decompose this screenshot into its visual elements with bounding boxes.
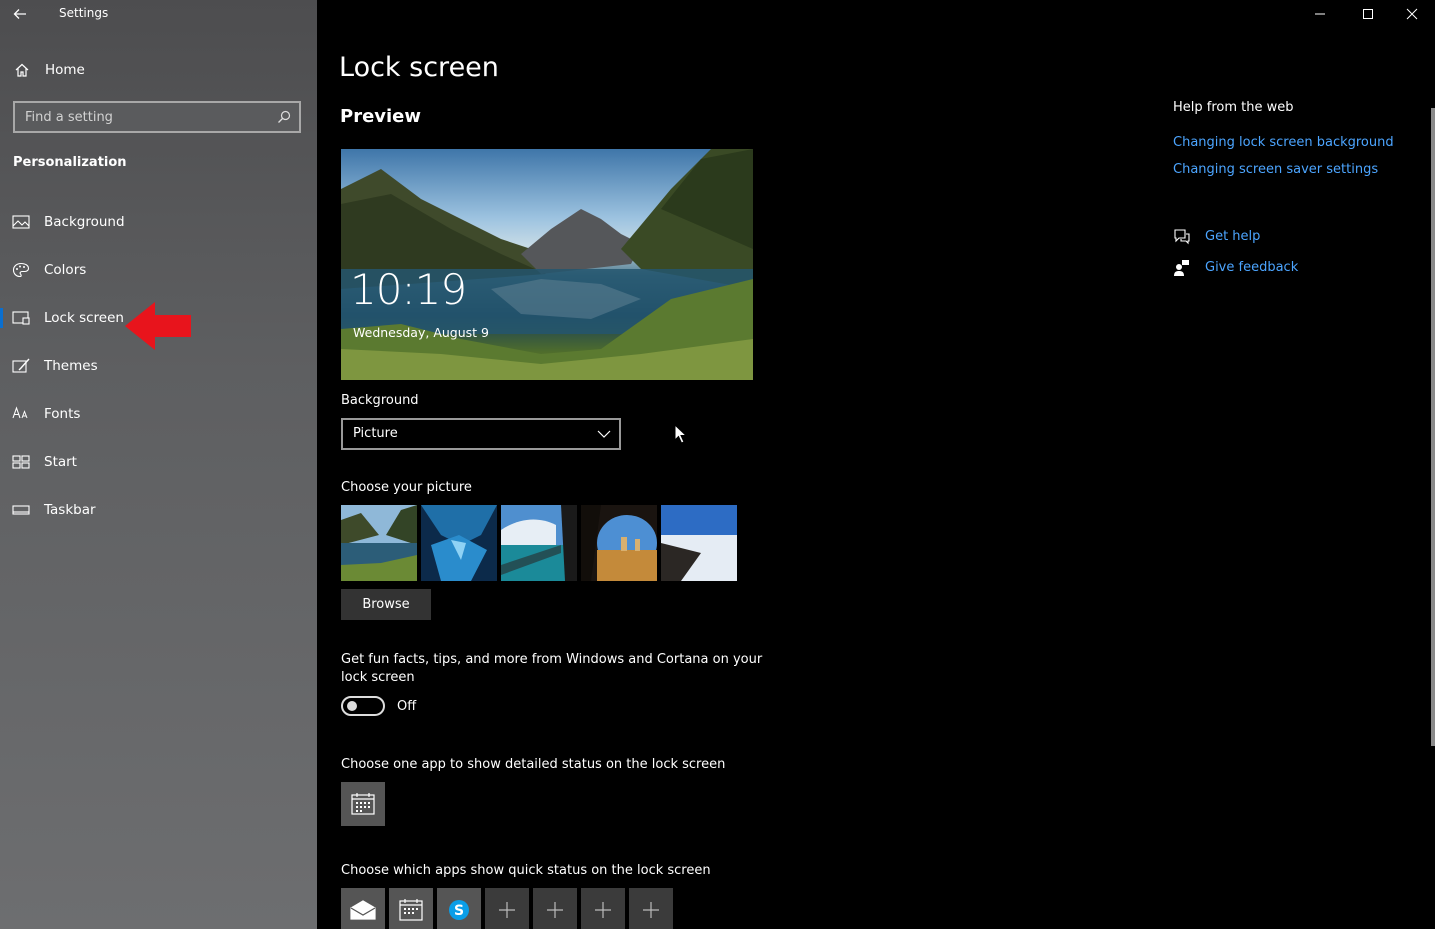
quick-status-label: Choose which apps show quick status on t… [341,863,711,878]
picture-thumbnail-lake[interactable] [341,505,417,581]
sidebar-item-label: Fonts [44,406,81,422]
detailed-status-label: Choose one app to show detailed status o… [341,757,726,772]
mail-icon [350,900,376,920]
sidebar-item-label: Themes [44,358,98,374]
background-dropdown[interactable]: Picture [341,418,621,450]
quick-status-app-mail[interactable] [341,888,385,929]
search-box[interactable] [13,101,301,133]
title-bar-left: Settings [0,0,317,28]
section-title: Personalization [13,155,127,170]
ice-cave-thumbnail-image [421,505,497,581]
search-icon[interactable] [277,110,291,124]
choose-picture-label: Choose your picture [341,480,472,495]
preview-time: 10:19 [350,265,467,314]
picture-thumbnail-ice-cave[interactable] [421,505,497,581]
window-view-thumbnail-image [501,505,577,581]
search-input[interactable] [15,103,265,131]
picture-thumbnail-beach-cave[interactable] [581,505,657,581]
mouse-cursor-icon [674,424,688,444]
minimize-button[interactable] [1297,0,1343,28]
calendar-icon [399,899,423,921]
palette-icon [12,262,30,278]
fun-facts-toggle[interactable] [341,696,385,716]
brush-icon [12,358,30,373]
sidebar-item-label: Background [44,214,125,230]
lake-thumbnail-image [341,505,417,581]
help-heading: Help from the web [1173,100,1294,115]
minimize-icon [1315,13,1325,15]
preview-date: Wednesday, August 9 [353,325,489,340]
skype-icon: S [449,900,469,920]
sidebar-item-background[interactable]: Background [0,202,317,242]
picture-icon [12,215,30,229]
main-content: Lock screen Preview 10:19 Wednesday, Aug… [317,0,1435,929]
font-icon [12,406,28,419]
app-title: Settings [59,6,109,20]
plus-icon [643,902,659,918]
plus-icon [499,902,515,918]
picture-thumbnail-snow-horizon[interactable] [661,505,737,581]
sidebar-item-label: Start [44,454,77,470]
close-icon [1406,8,1418,20]
page-title: Lock screen [339,52,499,83]
give-feedback-label: Give feedback [1205,260,1299,275]
quick-status-add-slot[interactable] [533,888,577,929]
quick-status-add-slot[interactable] [485,888,529,929]
home-nav-item[interactable]: Home [0,56,317,86]
svg-text:S: S [454,903,464,919]
scrollbar[interactable] [1431,108,1435,746]
feedback-person-icon [1174,260,1189,276]
picture-thumbnail-window-view[interactable] [501,505,577,581]
detailed-status-app-calendar[interactable] [341,782,385,826]
sidebar-item-colors[interactable]: Colors [0,250,317,290]
snow-horizon-thumbnail-image [661,505,737,581]
get-help-label: Get help [1205,229,1261,244]
fun-facts-toggle-state: Off [397,699,417,714]
maximize-button[interactable] [1345,0,1391,28]
quick-status-app-calendar[interactable] [389,888,433,929]
home-icon [15,63,29,77]
sidebar-item-themes[interactable]: Themes [0,346,317,386]
quick-status-add-slot[interactable] [581,888,625,929]
help-link-screen-saver-settings[interactable]: Changing screen saver settings [1173,162,1378,177]
plus-icon [595,902,611,918]
chevron-down-icon [597,430,611,438]
chat-help-icon [1174,229,1190,245]
toggle-knob [347,701,357,711]
give-feedback-link[interactable]: Give feedback [1173,259,1323,279]
back-arrow-icon [13,9,26,19]
maximize-icon [1363,9,1373,19]
sidebar-item-label: Taskbar [44,502,96,518]
active-indicator [0,308,3,328]
sidebar: Settings Home Personalization Background… [0,0,317,929]
annotation-arrow-icon [125,302,191,350]
close-button[interactable] [1389,0,1435,28]
taskbar-icon [12,505,30,515]
sidebar-item-label: Colors [44,262,87,278]
sidebar-item-taskbar[interactable]: Taskbar [0,490,317,530]
sidebar-item-fonts[interactable]: Fonts [0,394,317,434]
sidebar-item-start[interactable]: Start [0,442,317,482]
back-button[interactable] [10,4,32,24]
background-label: Background [341,393,419,408]
home-label: Home [45,62,85,78]
quick-status-add-slot[interactable] [629,888,673,929]
preview-heading: Preview [340,106,422,127]
get-help-link[interactable]: Get help [1173,228,1323,248]
lock-screen-preview: 10:19 Wednesday, August 9 [341,149,753,380]
lock-screen-icon [12,311,30,325]
beach-cave-thumbnail-image [581,505,657,581]
plus-icon [547,902,563,918]
background-dropdown-value: Picture [353,426,398,441]
help-link-lock-screen-background[interactable]: Changing lock screen background [1173,135,1394,150]
sidebar-item-label: Lock screen [44,310,124,326]
quick-status-app-skype[interactable]: S [437,888,481,929]
calendar-icon [351,793,375,815]
browse-button[interactable]: Browse [341,589,431,620]
start-grid-icon [12,455,30,469]
fun-facts-label: Get fun facts, tips, and more from Windo… [341,652,763,685]
